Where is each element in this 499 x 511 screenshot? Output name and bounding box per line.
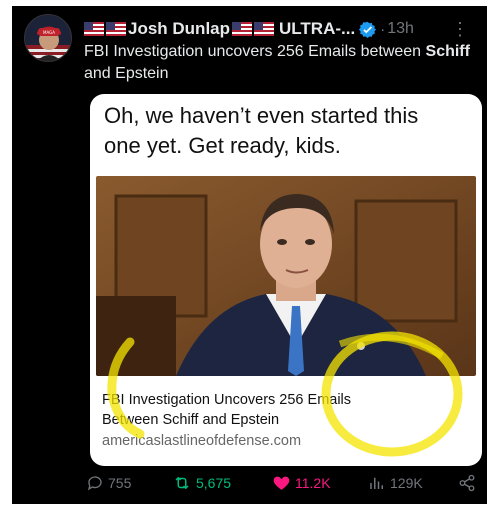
repost-count: 5,675 xyxy=(196,475,232,491)
more-options-icon[interactable]: ⋮ xyxy=(451,19,469,40)
analytics-icon xyxy=(370,477,383,489)
share-button[interactable] xyxy=(458,474,480,492)
tweet-text: FBI Investigation uncovers 256 Emails be… xyxy=(84,41,474,85)
reply-count: 755 xyxy=(108,475,132,491)
tweet-header: Josh Dunlap ULTRA-... · 13h ⋮ xyxy=(84,17,474,41)
svg-text:MAGA: MAGA xyxy=(43,30,55,35)
views-count: 129K xyxy=(390,475,423,491)
author-name: Josh Dunlap xyxy=(128,19,231,38)
verified-badge-icon[interactable] xyxy=(359,21,377,38)
author-display-name[interactable]: Josh Dunlap ULTRA-... xyxy=(84,19,355,39)
us-flag-icon xyxy=(84,22,104,36)
tweet-media-image[interactable]: Oh, we haven’t even started this one yet… xyxy=(90,94,482,466)
us-flag-icon xyxy=(254,22,275,36)
like-button[interactable]: 11.2K xyxy=(272,474,331,492)
tweet-text-part1: FBI Investigation uncovers 256 Emails be… xyxy=(84,43,426,60)
reply-icon xyxy=(87,476,102,491)
repost-icon xyxy=(175,476,189,490)
us-flag-icon xyxy=(232,22,253,36)
avatar[interactable]: MAGA xyxy=(24,14,72,62)
article-title-line1: FBI Investigation Uncovers 256 Emails xyxy=(102,392,352,408)
meme-caption-line1: Oh, we haven’t even started this xyxy=(104,103,419,128)
author-badge-text: ULTRA-... xyxy=(279,19,356,38)
article-photo xyxy=(96,176,476,376)
tweet-text-part2: and Epstein xyxy=(84,65,169,82)
views-button[interactable]: 129K xyxy=(368,474,423,492)
separator-dot: · xyxy=(380,20,386,38)
meme-caption-line2: one yet. Get ready, kids. xyxy=(104,133,341,158)
heart-icon xyxy=(273,476,290,490)
tweet-text-bold: Schiff xyxy=(425,43,470,60)
tweet-action-bar: 755 5,675 11.2K 129K xyxy=(86,474,481,496)
tweet-card[interactable]: MAGA Josh Dunlap ULTRA-... · 13h ⋮ FBI I… xyxy=(12,6,487,504)
reply-button[interactable]: 755 xyxy=(86,474,131,492)
article-domain: americaslastlineofdefense.com xyxy=(102,433,302,449)
article-title-line2: Between Schiff and Epstein xyxy=(102,412,280,428)
share-icon xyxy=(459,474,475,492)
like-count: 11.2K xyxy=(295,475,331,491)
us-flag-icon xyxy=(106,22,126,36)
timestamp[interactable]: 13h xyxy=(387,20,414,38)
repost-button[interactable]: 5,675 xyxy=(172,474,231,492)
